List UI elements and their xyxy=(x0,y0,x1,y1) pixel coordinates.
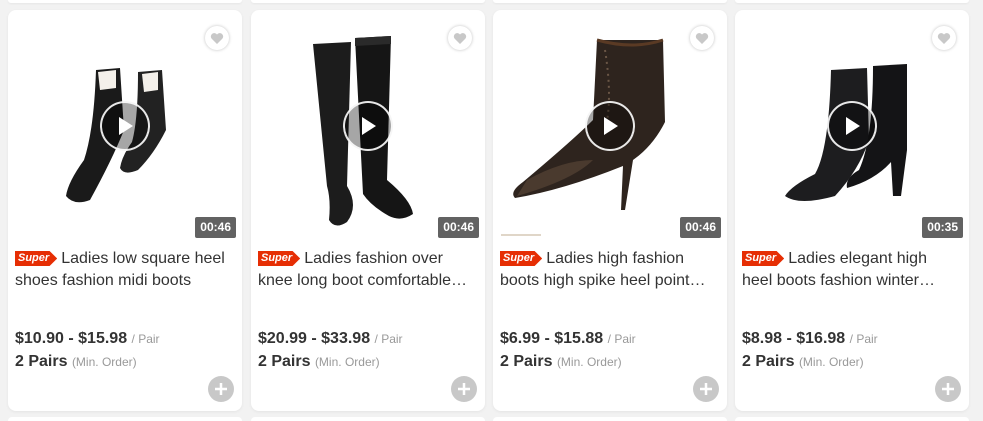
product-card[interactable]: 00:46 Super Ladies fashion over knee long… xyxy=(251,10,485,411)
favorite-button[interactable] xyxy=(932,26,956,50)
product-media[interactable]: 00:35 xyxy=(735,10,969,246)
product-price: $10.90 - $15.98 / Pair xyxy=(15,330,160,348)
price-unit: / Pair xyxy=(849,332,878,346)
prev-row-card-edge xyxy=(735,0,969,3)
product-title[interactable]: Super Ladies high fashion boots high spik… xyxy=(500,248,712,292)
play-video-button[interactable] xyxy=(100,101,150,151)
price-range: $8.98 - $16.98 xyxy=(742,330,846,347)
play-video-button[interactable] xyxy=(585,101,635,151)
add-button[interactable] xyxy=(693,376,719,402)
product-price: $8.98 - $16.98 / Pair xyxy=(742,330,878,348)
next-row-card-edge xyxy=(735,417,969,421)
product-title[interactable]: Super Ladies low square heel shoes fashio… xyxy=(15,248,227,292)
min-order-label: (Min. Order) xyxy=(798,355,864,369)
price-unit: / Pair xyxy=(607,332,636,346)
heart-icon xyxy=(210,32,224,44)
min-order-qty: 2 Pairs xyxy=(500,353,553,370)
min-order-qty: 2 Pairs xyxy=(15,353,68,370)
min-order: 2 Pairs (Min. Order) xyxy=(258,353,380,371)
favorite-button[interactable] xyxy=(448,26,472,50)
favorite-button[interactable] xyxy=(205,26,229,50)
play-icon xyxy=(604,117,618,135)
video-duration: 00:46 xyxy=(195,217,236,238)
add-button[interactable] xyxy=(935,376,961,402)
play-video-button[interactable] xyxy=(827,101,877,151)
super-badge: Super xyxy=(742,251,785,266)
min-order: 2 Pairs (Min. Order) xyxy=(742,353,864,371)
play-icon xyxy=(846,117,860,135)
prev-row-card-edge xyxy=(8,0,242,3)
plus-icon xyxy=(458,383,470,395)
min-order-label: (Min. Order) xyxy=(71,355,137,369)
product-card[interactable]: 00:46 Super Ladies high fashion boots hig… xyxy=(493,10,727,411)
super-badge: Super xyxy=(15,251,58,266)
video-duration: 00:46 xyxy=(438,217,479,238)
min-order-label: (Min. Order) xyxy=(314,355,380,369)
price-range: $6.99 - $15.88 xyxy=(500,330,604,347)
super-badge: Super xyxy=(258,251,301,266)
product-price: $6.99 - $15.88 / Pair xyxy=(500,330,636,348)
min-order: 2 Pairs (Min. Order) xyxy=(500,353,622,371)
favorite-button[interactable] xyxy=(690,26,714,50)
next-row-card-edge xyxy=(8,417,242,421)
heart-icon xyxy=(453,32,467,44)
product-card[interactable]: 00:35 Super Ladies elegant high heel boot… xyxy=(735,10,969,411)
product-title[interactable]: Super Ladies elegant high heel boots fash… xyxy=(742,248,954,292)
min-order: 2 Pairs (Min. Order) xyxy=(15,353,137,371)
prev-row-card-edge xyxy=(251,0,485,3)
product-media[interactable]: 00:46 xyxy=(493,10,727,246)
prev-row-card-edge xyxy=(493,0,727,3)
video-duration: 00:35 xyxy=(922,217,963,238)
video-duration: 00:46 xyxy=(680,217,721,238)
play-icon xyxy=(362,117,376,135)
add-button[interactable] xyxy=(208,376,234,402)
price-range: $20.99 - $33.98 xyxy=(258,330,371,347)
next-row-card-edge xyxy=(251,417,485,421)
price-range: $10.90 - $15.98 xyxy=(15,330,128,347)
super-badge: Super xyxy=(500,251,543,266)
product-media[interactable]: 00:46 xyxy=(251,10,485,246)
min-order-qty: 2 Pairs xyxy=(258,353,311,370)
add-button[interactable] xyxy=(451,376,477,402)
product-price: $20.99 - $33.98 / Pair xyxy=(258,330,403,348)
min-order-label: (Min. Order) xyxy=(556,355,622,369)
play-icon xyxy=(119,117,133,135)
heart-icon xyxy=(695,32,709,44)
plus-icon xyxy=(215,383,227,395)
plus-icon xyxy=(942,383,954,395)
plus-icon xyxy=(700,383,712,395)
product-media[interactable]: 00:46 xyxy=(8,10,242,246)
heart-icon xyxy=(937,32,951,44)
product-card[interactable]: 00:46 Super Ladies low square heel shoes … xyxy=(8,10,242,411)
min-order-qty: 2 Pairs xyxy=(742,353,795,370)
product-title[interactable]: Super Ladies fashion over knee long boot … xyxy=(258,248,470,292)
play-video-button[interactable] xyxy=(343,101,393,151)
price-unit: / Pair xyxy=(131,332,160,346)
next-row-card-edge xyxy=(493,417,727,421)
price-unit: / Pair xyxy=(374,332,403,346)
